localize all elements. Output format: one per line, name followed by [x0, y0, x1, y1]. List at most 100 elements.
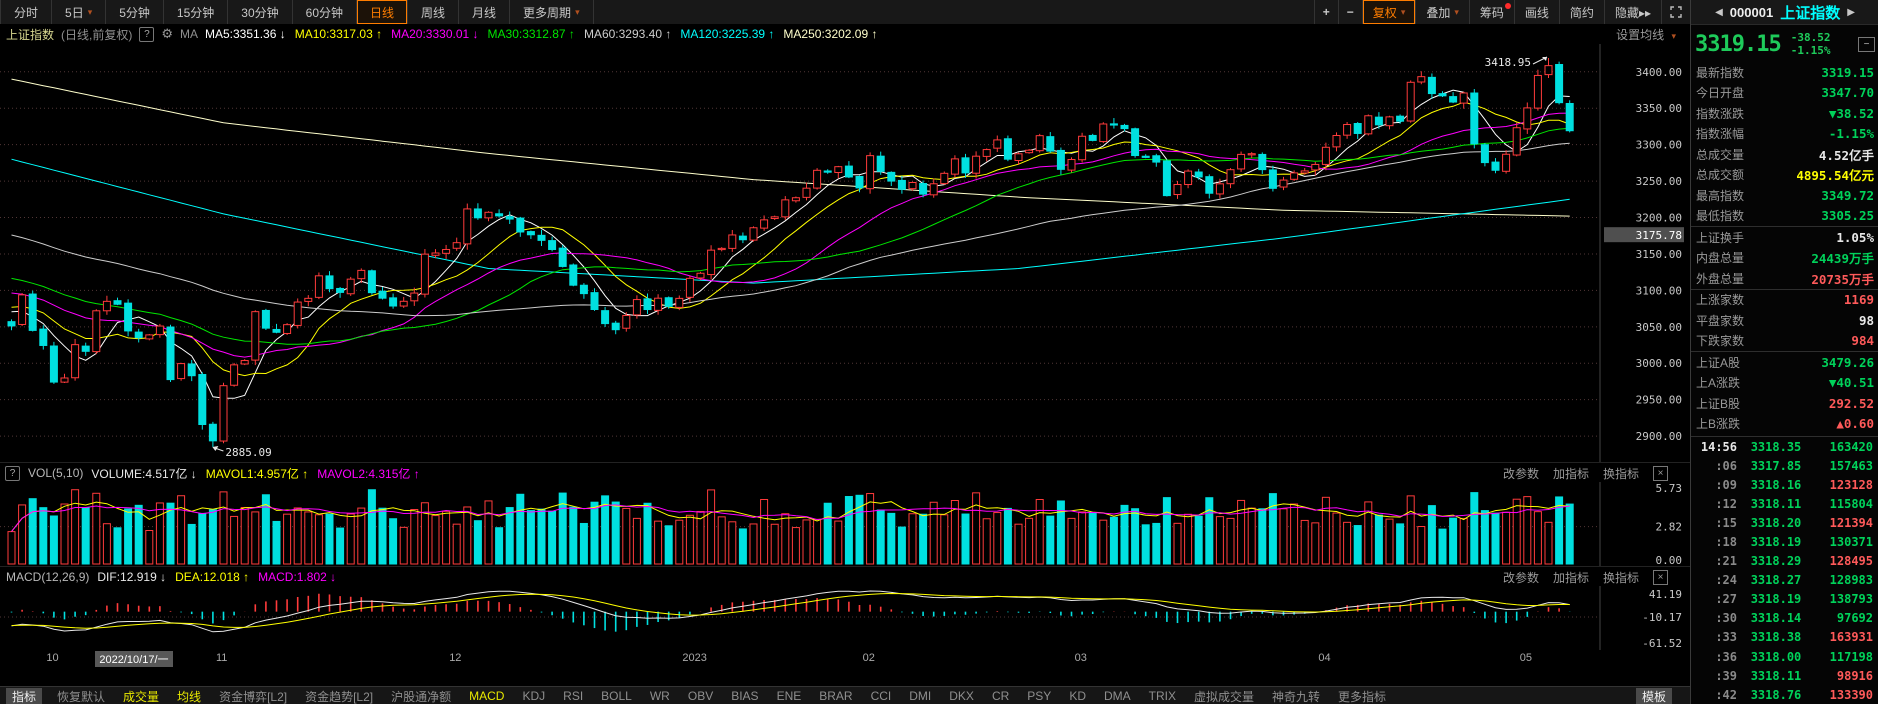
tick-volume: 138793	[1815, 592, 1873, 606]
indicator-tab-神奇九转[interactable]: 神奇九转	[1272, 688, 1320, 704]
indicator-tab-模板[interactable]: 模板	[1636, 688, 1672, 704]
tool-button-隐藏▸▸[interactable]: 隐藏▸▸	[1604, 0, 1661, 24]
period-button-15分钟[interactable]: 15分钟	[164, 0, 228, 24]
indicator-control-加指标[interactable]: 加指标	[1553, 465, 1589, 482]
indicator-tab-TRIX[interactable]: TRIX	[1149, 689, 1176, 703]
tool-button-筹码[interactable]: 筹码	[1469, 0, 1514, 24]
indicator-tab-BOLL[interactable]: BOLL	[601, 689, 632, 703]
ma-settings-button[interactable]: 设置均线 ▾	[1616, 26, 1676, 43]
volume-chart[interactable]: 5.732.820.00	[0, 482, 1690, 566]
indicator-tab-ENE[interactable]: ENE	[777, 689, 802, 703]
stat-label: 最高指数	[1696, 187, 1744, 204]
indicator-tab-PSY[interactable]: PSY	[1027, 689, 1051, 703]
indicator-tab-虚拟成交量[interactable]: 虚拟成交量	[1194, 688, 1254, 704]
tool-button-简约[interactable]: 简约	[1559, 0, 1604, 24]
indicator-tab-DMI[interactable]: DMI	[909, 689, 931, 703]
tick-price: 3318.14	[1737, 611, 1815, 625]
period-button-5日[interactable]: 5日▾	[52, 0, 106, 24]
indicator-tab-KDJ[interactable]: KDJ	[522, 689, 545, 703]
indicator-readout: MA30:3312.87 ↑	[488, 27, 575, 41]
indicator-control-换指标[interactable]: 换指标	[1603, 465, 1639, 482]
period-button-分时[interactable]: 分时	[0, 0, 52, 24]
indicator-tab-均线[interactable]: 均线	[177, 688, 201, 704]
tool-button-−[interactable]: −	[1338, 0, 1362, 24]
indicator-tab-资金博弈[L2][interactable]: 资金博弈[L2]	[219, 688, 287, 704]
gear-icon[interactable]: ⚙	[161, 26, 173, 42]
help-icon[interactable]: ?	[139, 27, 154, 42]
next-symbol-arrow[interactable]: ▶	[1847, 7, 1855, 18]
stat-value: 3319.15	[1821, 65, 1874, 80]
indicator-tab-WR[interactable]: WR	[650, 689, 670, 703]
indicator-tab-成交量[interactable]: 成交量	[123, 688, 159, 704]
indicator-tab-KD[interactable]: KD	[1069, 689, 1086, 703]
indicator-control-加指标[interactable]: 加指标	[1553, 569, 1589, 586]
tick-price: 3318.11	[1737, 669, 1815, 683]
period-button-更多周期[interactable]: 更多周期▾	[510, 0, 594, 24]
tick-price: 3318.35	[1737, 440, 1815, 454]
symbol-name: 上证指数	[1780, 2, 1840, 23]
help-icon[interactable]: ?	[5, 466, 20, 481]
date-axis: 102022/10/17/一1112202302030405	[0, 650, 1690, 668]
tick-price: 3317.85	[1737, 459, 1815, 473]
vol-values: VOLUME:4.517亿 ↓MAVOL1:4.957亿 ↑MAVOL2:4.3…	[91, 465, 428, 482]
tick-time: :24	[1697, 573, 1737, 587]
stat-row: 总成交量4.52亿手	[1691, 144, 1878, 165]
tool-button-+[interactable]: +	[1314, 0, 1338, 24]
tool-button-叠加[interactable]: 叠加▾	[1415, 0, 1469, 24]
fullscreen-icon[interactable]	[1661, 0, 1690, 24]
macd-chart[interactable]: 41.19-10.17-61.52	[0, 586, 1690, 650]
indicator-tab-BRAR[interactable]: BRAR	[819, 689, 852, 703]
indicator-tab-恢复默认[interactable]: 恢复默认	[57, 688, 105, 704]
indicator-tab-DKX[interactable]: DKX	[949, 689, 974, 703]
indicator-tab-CCI[interactable]: CCI	[871, 689, 892, 703]
indicator-tab-资金趋势[L2][interactable]: 资金趋势[L2]	[305, 688, 373, 704]
indicator-control-换指标[interactable]: 换指标	[1603, 569, 1639, 586]
stat-label: 总成交量	[1696, 146, 1744, 163]
tick-row: :183318.19130371	[1691, 532, 1878, 551]
period-button-5分钟[interactable]: 5分钟	[106, 0, 164, 24]
period-button-30分钟[interactable]: 30分钟	[228, 0, 292, 24]
stat-value: 1.05%	[1836, 230, 1874, 245]
tick-price: 3318.00	[1737, 650, 1815, 664]
close-icon[interactable]: ×	[1653, 570, 1668, 585]
indicator-tab-更多指标[interactable]: 更多指标	[1338, 688, 1386, 704]
prev-symbol-arrow[interactable]: ◀	[1715, 7, 1723, 18]
indicator-tab-RSI[interactable]: RSI	[563, 689, 583, 703]
tool-button-复权[interactable]: 复权▾	[1362, 0, 1416, 24]
indicator-tab-沪股通净额[interactable]: 沪股通净额	[391, 688, 451, 704]
indicator-tab-DMA[interactable]: DMA	[1104, 689, 1131, 703]
chevron-down-icon: ▾	[1401, 7, 1406, 18]
indicator-tab-指标[interactable]: 指标	[6, 688, 42, 704]
indicator-tab-MACD[interactable]: MACD	[469, 689, 504, 703]
candlestick-chart[interactable]: 3400.003350.003300.003250.003200.003150.…	[0, 44, 1690, 462]
tick-list[interactable]: 14:563318.35163420:063317.85157463:09331…	[1691, 436, 1878, 704]
svg-text:3200.00: 3200.00	[1636, 212, 1682, 225]
indicator-readout: MA10:3317.03 ↑	[295, 27, 382, 41]
stat-label: 最新指数	[1696, 64, 1744, 81]
svg-text:2900.00: 2900.00	[1636, 430, 1682, 443]
collapse-panel-button[interactable]: −	[1858, 37, 1875, 52]
close-icon[interactable]: ×	[1653, 466, 1668, 481]
tool-button-画线[interactable]: 画线	[1514, 0, 1559, 24]
indicator-tab-OBV[interactable]: OBV	[688, 689, 713, 703]
date-tick: 03	[1075, 652, 1087, 664]
macd-indicator-name: MACD(12,26,9)	[6, 570, 89, 584]
indicator-readout: MA60:3293.40 ↑	[584, 27, 671, 41]
stat-label: 平盘家数	[1696, 312, 1744, 329]
stat-value: 3347.70	[1821, 85, 1874, 100]
svg-text:2885.09: 2885.09	[225, 446, 271, 459]
tick-row: :423318.76133390	[1691, 685, 1878, 704]
indicator-control-改参数[interactable]: 改参数	[1503, 465, 1539, 482]
tick-time: :15	[1697, 516, 1737, 530]
indicator-control-改参数[interactable]: 改参数	[1503, 569, 1539, 586]
notification-dot	[1505, 3, 1511, 9]
period-button-日线[interactable]: 日线	[357, 0, 408, 24]
period-button-60分钟[interactable]: 60分钟	[293, 0, 357, 24]
indicator-tab-BIAS[interactable]: BIAS	[731, 689, 758, 703]
indicator-tab-CR[interactable]: CR	[992, 689, 1009, 703]
period-button-周线[interactable]: 周线	[408, 0, 459, 24]
tick-volume: 128983	[1815, 573, 1873, 587]
date-tick: 2022/10/17/一	[95, 651, 172, 667]
period-button-月线[interactable]: 月线	[459, 0, 510, 24]
stat-value: 20735万手	[1811, 269, 1874, 288]
